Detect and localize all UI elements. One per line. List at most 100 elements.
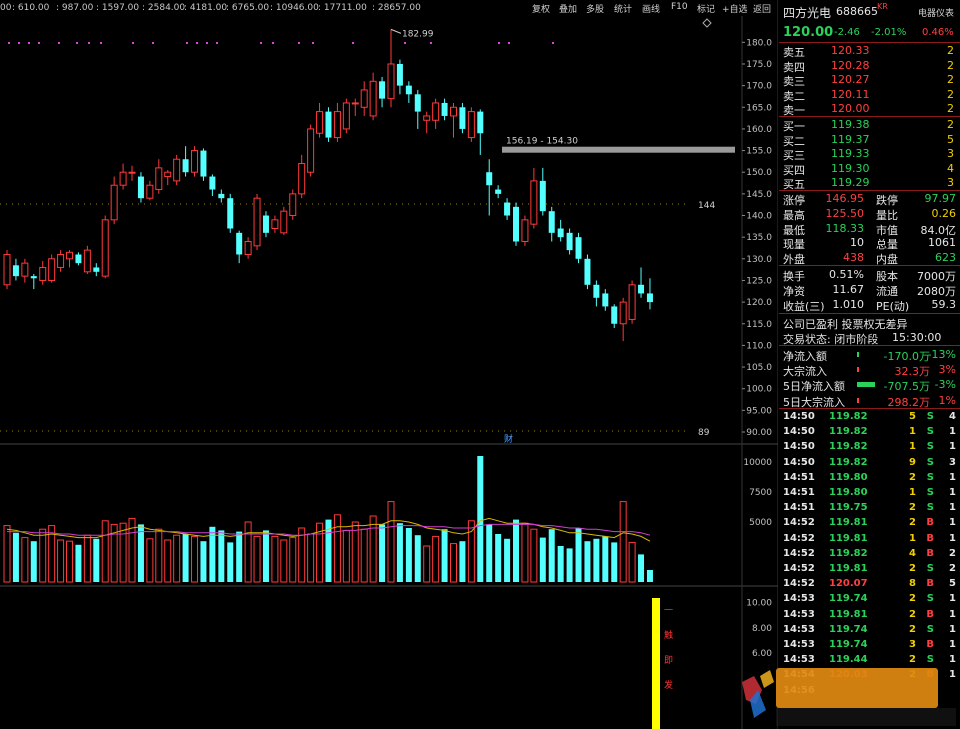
bid-price: 119.29 bbox=[831, 176, 870, 190]
trade-row: 14:50 119.82 1 S 1 bbox=[779, 425, 960, 440]
candle-body bbox=[75, 254, 82, 264]
site-watermark bbox=[742, 668, 956, 726]
trade-price: 119.82 bbox=[829, 441, 868, 453]
toolbar-button[interactable]: 画线 bbox=[642, 2, 660, 15]
quote-value: 623 bbox=[935, 251, 956, 265]
trade-side: S bbox=[926, 563, 934, 574]
trade-price: 119.82 bbox=[829, 426, 868, 438]
trade-time: 14:52 bbox=[783, 547, 815, 559]
price-tick-label: 155.0 bbox=[746, 147, 772, 157]
quote-panel: 四方光电 688665 KR 电器仪表 120.00 -2.46 -2.01% … bbox=[779, 0, 960, 729]
toolbar-button[interactable]: 多股 bbox=[586, 2, 604, 15]
toolbar-button[interactable]: 返回 bbox=[753, 2, 771, 15]
trade-time: 14:52 bbox=[783, 532, 815, 544]
trade-side: S bbox=[926, 623, 934, 635]
trade-side: S bbox=[926, 456, 934, 468]
candle-body bbox=[432, 102, 440, 121]
logo-banner bbox=[776, 668, 938, 708]
volume-bar bbox=[342, 529, 350, 583]
diamond-icon bbox=[702, 18, 712, 28]
quote-value: 125.50 bbox=[825, 206, 865, 220]
volume-bar bbox=[360, 528, 368, 583]
candle-body bbox=[513, 206, 520, 242]
bid-row: 买三 119.33 3 bbox=[779, 146, 960, 162]
signal-dot bbox=[58, 42, 60, 44]
volume-bar bbox=[459, 541, 466, 582]
candle-body bbox=[227, 198, 234, 229]
trade-time: 14:50 bbox=[783, 426, 815, 438]
trade-price: 119.82 bbox=[829, 547, 868, 559]
volume-bar bbox=[146, 538, 154, 583]
volume-bar bbox=[262, 530, 269, 582]
candle-body bbox=[253, 197, 261, 247]
volume-bar bbox=[405, 528, 412, 582]
volume-bar bbox=[200, 541, 207, 582]
trade-time: 14:51 bbox=[783, 471, 815, 483]
fund-flow-pct: 1% bbox=[938, 393, 956, 407]
kline-chart-svg[interactable]: 180.0 175.0 170.0 165.0 160.0 155.0 150.0 145.0… bbox=[0, 0, 778, 729]
toolbar-button[interactable]: 叠加 bbox=[559, 2, 577, 15]
toolbar-button[interactable]: 统计 bbox=[614, 2, 632, 15]
trade-time: 14:53 bbox=[783, 608, 815, 620]
volume-bar bbox=[164, 539, 172, 583]
volume-bar bbox=[638, 554, 645, 582]
trade-time: 14:53 bbox=[783, 623, 815, 635]
candle-body bbox=[128, 171, 136, 174]
candle-body bbox=[110, 184, 118, 221]
candle-body bbox=[298, 163, 306, 195]
trade-time: 14:50 bbox=[783, 456, 815, 468]
candle-body bbox=[521, 219, 529, 242]
candle-body bbox=[379, 81, 386, 99]
trade-count: 1 bbox=[949, 502, 956, 514]
ask-row: 卖二 120.11 2 bbox=[779, 87, 960, 103]
signal-dot bbox=[76, 42, 78, 44]
bid-price: 119.38 bbox=[831, 118, 870, 131]
trade-price: 119.74 bbox=[829, 593, 868, 605]
ask-row: 卖五 120.33 2 bbox=[779, 43, 960, 59]
volume-bar bbox=[137, 524, 144, 582]
trade-count: 5 bbox=[949, 578, 956, 590]
volume-bar bbox=[333, 514, 341, 583]
bid-row: 买一 119.38 2 bbox=[779, 117, 960, 133]
trade-side: S bbox=[926, 502, 934, 514]
price-tick-label: 95.00 bbox=[746, 406, 772, 416]
volume-bar bbox=[30, 541, 37, 582]
bid-volume: 4 bbox=[947, 161, 954, 175]
ask-row: 卖三 120.27 2 bbox=[779, 72, 960, 88]
volume-bar bbox=[244, 521, 252, 583]
volume-bar bbox=[271, 535, 279, 583]
candle-body bbox=[164, 171, 172, 178]
bid-price: 119.30 bbox=[831, 161, 870, 175]
bid-price: 119.33 bbox=[831, 147, 870, 161]
candle-body bbox=[495, 189, 502, 194]
trade-status: 交易状态: 闭市阶段 15:30:00 bbox=[779, 330, 960, 346]
turnover-tag: 0.46% bbox=[922, 27, 954, 38]
kline-chart-area[interactable]: 180.0 175.0 170.0 165.0 160.0 155.0 150.0 145.0… bbox=[0, 0, 778, 729]
industry-button[interactable]: 电器仪表 bbox=[918, 6, 954, 19]
price-tick-label: 160.0 bbox=[746, 125, 772, 135]
toolbar-button[interactable]: +自选 bbox=[722, 2, 748, 15]
volume-bar bbox=[396, 523, 403, 582]
fund-flow-bar bbox=[857, 367, 859, 373]
trade-row: 14:53 119.81 2 B 1 bbox=[779, 608, 960, 623]
toolbar-button[interactable]: F10 bbox=[671, 2, 688, 12]
candle-body bbox=[611, 306, 618, 324]
indicator-tick-label: 6.00 bbox=[752, 649, 772, 659]
bid-price: 119.37 bbox=[831, 132, 870, 146]
trade-row: 14:52 119.81 2 S 2 bbox=[779, 562, 960, 577]
quote-value: 118.33 bbox=[825, 221, 865, 235]
trade-volume: 2 bbox=[909, 517, 916, 529]
trade-row: 14:52 119.82 4 B 2 bbox=[779, 547, 960, 562]
toolbar-button[interactable]: 复权 bbox=[532, 2, 550, 15]
fund-flow-row: 5日净流入额 -707.5万 -3% bbox=[779, 377, 960, 393]
signal-dot bbox=[272, 42, 274, 44]
trade-time: 14:53 bbox=[783, 639, 815, 650]
volume-bar bbox=[191, 535, 199, 583]
volume-bar bbox=[423, 545, 431, 583]
toolbar-button[interactable]: 标记 bbox=[697, 2, 715, 15]
trade-count: 3 bbox=[949, 456, 956, 468]
ask-price: 120.33 bbox=[831, 44, 870, 57]
signal-dot bbox=[430, 42, 432, 44]
volume-bar bbox=[619, 501, 627, 583]
signal-dot bbox=[28, 42, 30, 44]
